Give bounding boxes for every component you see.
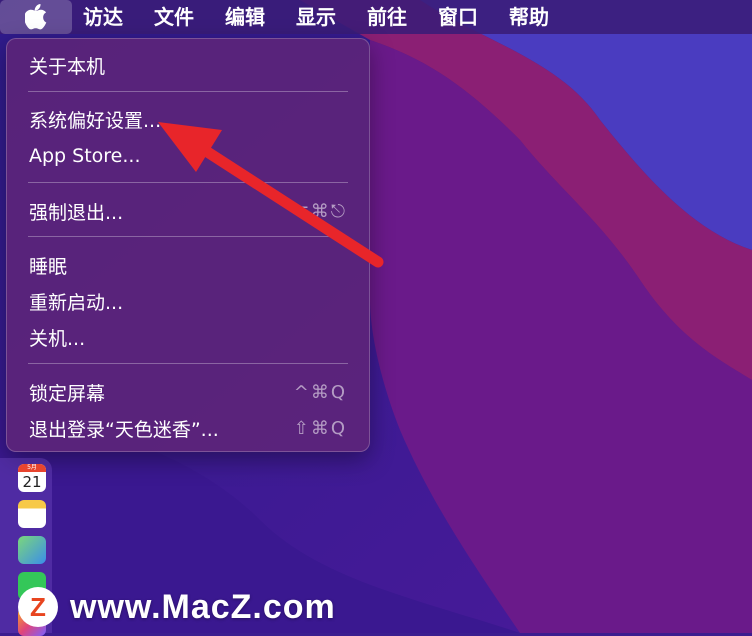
red-arrow-annotation xyxy=(158,122,384,268)
macz-logo-icon: Z xyxy=(18,587,58,627)
watermark: Z www.MacZ.com xyxy=(18,585,336,629)
watermark-text: www.MacZ.com xyxy=(70,587,336,626)
